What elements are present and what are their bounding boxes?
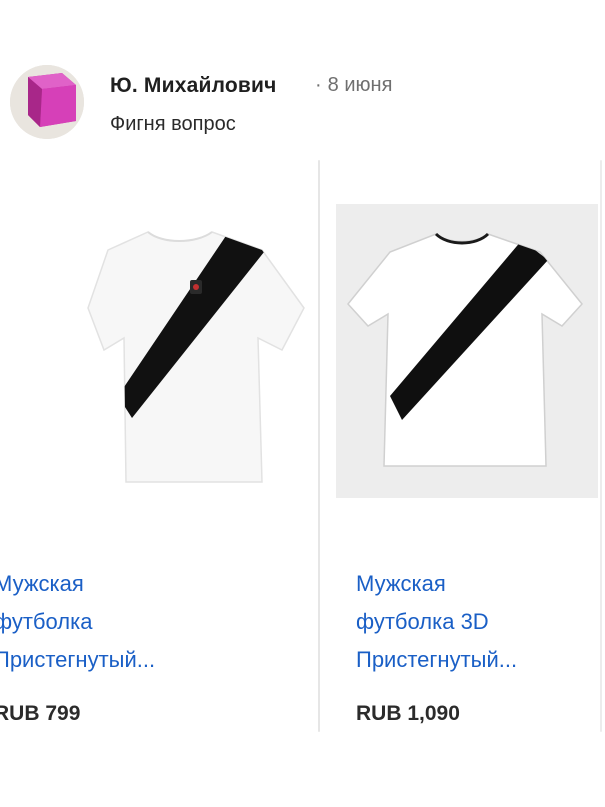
- avatar[interactable]: [10, 65, 84, 139]
- product-price: RUB 1,090: [356, 702, 460, 725]
- product-card[interactable]: Мужская футболка 3D Пристегнутый... RUB …: [322, 150, 600, 740]
- product-title-line: Мужская: [0, 571, 84, 596]
- tshirt-image: [347, 232, 583, 467]
- comment-text: Фигня вопрос: [110, 113, 236, 135]
- product-title-line: Мужская: [356, 571, 446, 596]
- product-title-line: Пристегнутый...: [356, 647, 518, 672]
- card-divider: [600, 160, 602, 732]
- product-title-line: Пристегнутый...: [0, 647, 156, 672]
- product-image[interactable]: [0, 200, 316, 545]
- comment-date: · 8 июня: [315, 74, 392, 97]
- author-name[interactable]: Ю. Михайлович: [110, 74, 277, 98]
- product-title-line: футболка 3D: [356, 609, 489, 634]
- product-card[interactable]: Мужская футболка Пристегнутый... RUB 799: [0, 150, 316, 740]
- date-separator: ·: [315, 74, 322, 96]
- product-image[interactable]: [336, 204, 598, 498]
- comment-post: Ю. Михайлович · 8 июня Фигня вопрос Мужс…: [0, 0, 605, 807]
- product-title-line: футболка: [0, 609, 93, 634]
- product-price: RUB 799: [0, 702, 81, 725]
- product-title-link[interactable]: Мужская футболка 3D Пристегнутый...: [356, 565, 517, 679]
- avatar-cube-icon: [10, 65, 84, 139]
- product-title-link[interactable]: Мужская футболка Пристегнутый...: [0, 565, 294, 679]
- card-divider: [318, 160, 320, 732]
- date-text: 8 июня: [327, 74, 393, 96]
- tshirt-image: [87, 231, 305, 483]
